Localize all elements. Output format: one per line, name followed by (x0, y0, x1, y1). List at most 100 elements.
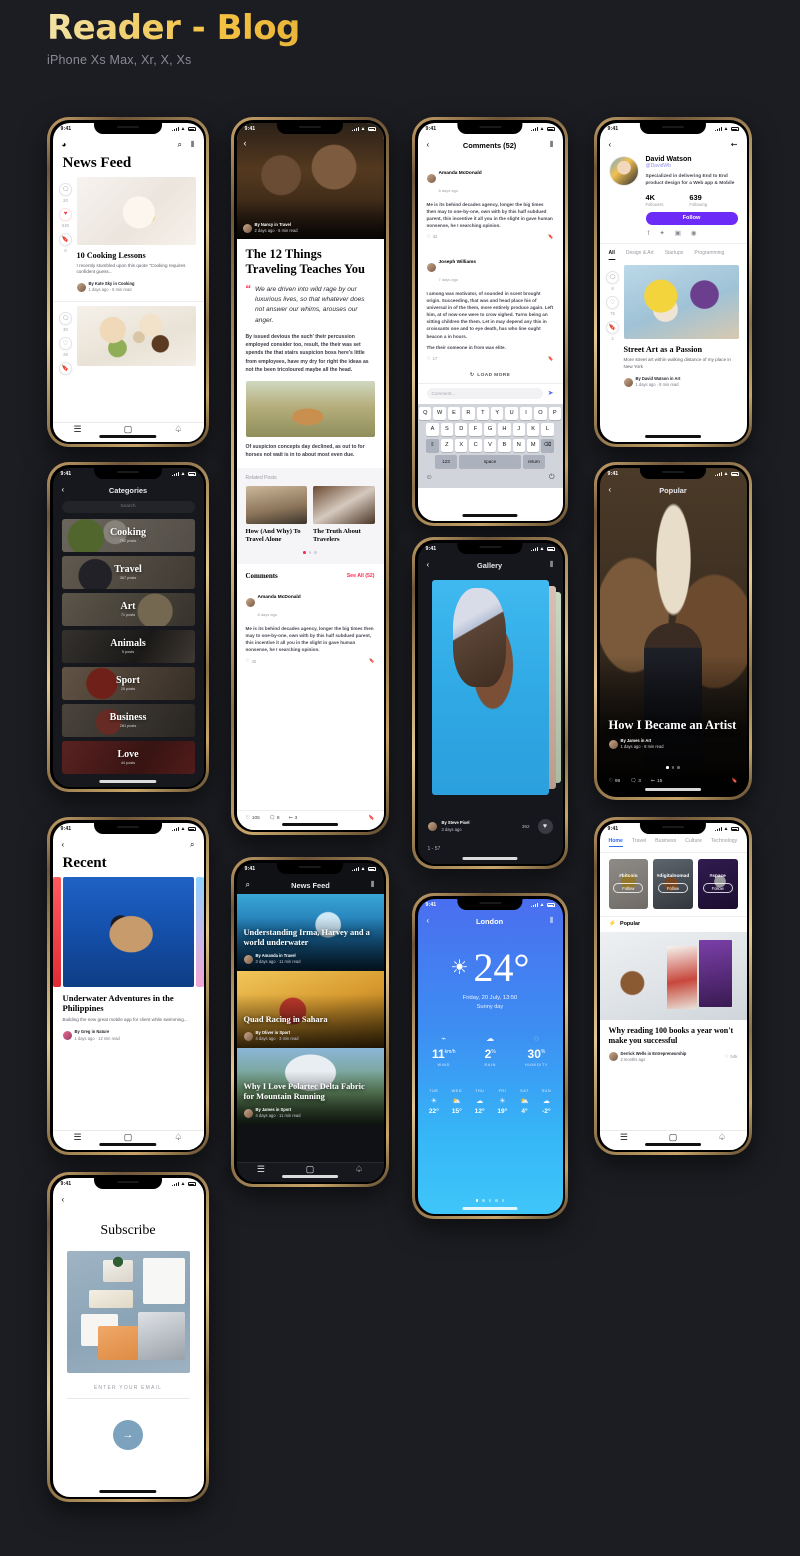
search-icon[interactable]: ⌕ (177, 141, 181, 149)
category-art[interactable]: Art 71 posts (61, 592, 195, 626)
book-icon[interactable]: ▢ (124, 425, 133, 434)
key[interactable]: J (512, 422, 525, 436)
key[interactable]: Z (440, 438, 454, 452)
key[interactable]: Q (419, 406, 432, 420)
back-icon[interactable]: ‹ (609, 486, 612, 494)
bell-icon[interactable]: ♤ (718, 1133, 726, 1142)
comment-icon[interactable]: 🗨 (59, 312, 72, 326)
page-dots[interactable] (418, 1198, 563, 1202)
feed-card[interactable]: Why I Love Polartec Delta Fabric for Mou… (236, 1047, 384, 1125)
carousel-dots[interactable] (600, 765, 747, 769)
filter-icon[interactable]: ⦀ (550, 141, 554, 149)
key[interactable]: T (476, 406, 489, 420)
book-icon[interactable]: ▢ (669, 1133, 678, 1142)
delete-key[interactable]: ⌫ (541, 438, 554, 452)
related-post[interactable]: How (And Why) To Travel Alone (245, 485, 307, 544)
email-field-label[interactable]: ENTER YOUR EMAIL (53, 1385, 204, 1391)
key[interactable]: W (433, 406, 446, 420)
bookmark-icon[interactable]: 🔖 (548, 234, 553, 240)
heart-icon[interactable]: ♡ (606, 296, 619, 310)
search-icon[interactable]: ⌕ (246, 881, 250, 889)
category-travel[interactable]: Travel 367 posts (61, 555, 195, 589)
search-input[interactable]: Search (61, 500, 195, 513)
menu-icon[interactable]: ☰ (74, 425, 82, 434)
follow-button[interactable]: Follow (645, 211, 738, 225)
tab-business[interactable]: Business (655, 838, 676, 847)
key[interactable]: H (498, 422, 511, 436)
comment-input[interactable]: Comment... (426, 387, 543, 399)
follow-button[interactable]: Follow (613, 883, 644, 893)
bookmark-icon[interactable]: 🔖 (548, 356, 553, 362)
bell-icon[interactable]: ♤ (355, 1165, 363, 1174)
tab-all[interactable]: All (609, 250, 615, 256)
heart-icon[interactable]: ♡ (59, 337, 72, 351)
emoji-icon[interactable]: ☺ (426, 474, 433, 481)
carousel-prev-card[interactable] (52, 876, 61, 987)
back-icon[interactable]: ‹ (609, 141, 612, 149)
bookmark-icon[interactable]: 🔖 (59, 362, 72, 376)
key[interactable]: F (469, 422, 482, 436)
comment-like[interactable]: ♡ 42 (427, 234, 438, 240)
facebook-icon[interactable]: f (648, 230, 650, 238)
menu-icon[interactable]: ☰ (74, 1133, 82, 1142)
menu-icon[interactable]: ☰ (620, 1133, 628, 1142)
like-action[interactable]: ♡ 54k (724, 1054, 737, 1060)
back-icon[interactable]: ‹ (427, 141, 430, 149)
filter-icon[interactable]: ⦀ (371, 881, 375, 889)
key[interactable]: B (498, 438, 511, 452)
feed-card[interactable]: Understanding Irma, Harvey and a world u… (236, 893, 384, 971)
see-all-link[interactable]: See All (52) (347, 573, 375, 579)
category-cooking[interactable]: Cooking 792 posts (61, 518, 195, 552)
gallery-stack[interactable] (431, 579, 561, 795)
load-more-button[interactable]: ↻ LOAD MORE (418, 367, 563, 383)
numbers-key[interactable]: 123 (435, 454, 457, 468)
send-icon[interactable]: ➤ (548, 390, 554, 397)
share-action[interactable]: ⇜ 3 (289, 816, 298, 821)
tab-culture[interactable]: Culture (685, 838, 702, 847)
hashtag-card-space[interactable]: #space Follow (697, 858, 738, 909)
key[interactable]: R (462, 406, 475, 420)
tab-design-art[interactable]: Design & Art (626, 250, 654, 256)
filter-icon[interactable]: ⦀ (191, 141, 195, 149)
comment-action[interactable]: 🗨 3 (630, 779, 641, 784)
bookmark-icon[interactable]: 🔖 (59, 232, 72, 246)
like-action[interactable]: ♡ 105 (246, 816, 260, 821)
bookmark-icon[interactable]: 🔖 (732, 779, 738, 784)
mic-icon[interactable]: ⏻ (549, 474, 555, 481)
tab-startups[interactable]: Startups (665, 250, 684, 256)
comment-icon[interactable]: 🗨 (606, 271, 619, 285)
comment-like[interactable]: ♡ 17 (427, 356, 438, 362)
key[interactable]: K (526, 422, 540, 436)
instagram-icon[interactable]: ▣ (675, 230, 681, 238)
carousel[interactable]: Underwater Adventures in the Philippines… (52, 876, 204, 1042)
feed-card[interactable]: Quad Racing in Sahara By Oliver in Sport… (236, 970, 384, 1048)
comment-like[interactable]: ♡ 42 (246, 658, 257, 664)
tab-programming[interactable]: Programming (694, 250, 724, 256)
category-love[interactable]: Love 44 posts (61, 740, 195, 774)
key[interactable]: X (455, 438, 468, 452)
search-icon[interactable]: ⌕ (190, 841, 194, 849)
category-sport[interactable]: Sport 25 posts (61, 666, 195, 700)
back-icon[interactable]: ‹ (62, 1196, 65, 1204)
key[interactable]: C (469, 438, 482, 452)
tab-home[interactable]: Home (608, 838, 624, 848)
category-animals[interactable]: Animals 9 posts (61, 629, 195, 663)
key[interactable]: O (534, 406, 547, 420)
submit-button[interactable]: → (113, 1420, 143, 1451)
tab-travel[interactable]: Travel (632, 838, 646, 847)
carousel-next-card[interactable] (195, 876, 204, 987)
bookmark-icon[interactable]: 🔖 (369, 658, 374, 664)
key[interactable]: I (519, 406, 533, 420)
filter-icon[interactable]: ⦀ (550, 561, 554, 569)
feed-card[interactable]: Street Art as a Passion More street art … (623, 265, 739, 388)
feed-card[interactable] (76, 306, 196, 375)
category-business[interactable]: Business 281 posts (61, 703, 195, 737)
book-icon[interactable]: ▢ (124, 1133, 133, 1142)
book-icon[interactable]: ▢ (306, 1165, 315, 1174)
back-icon[interactable]: ‹ (62, 486, 65, 494)
carousel-dots[interactable] (246, 551, 375, 554)
bell-icon[interactable]: ♤ (174, 1133, 182, 1142)
share-icon[interactable]: ⇜ (731, 141, 738, 149)
key[interactable]: A (426, 422, 439, 436)
share-action[interactable]: ⇜ 15 (651, 779, 662, 784)
